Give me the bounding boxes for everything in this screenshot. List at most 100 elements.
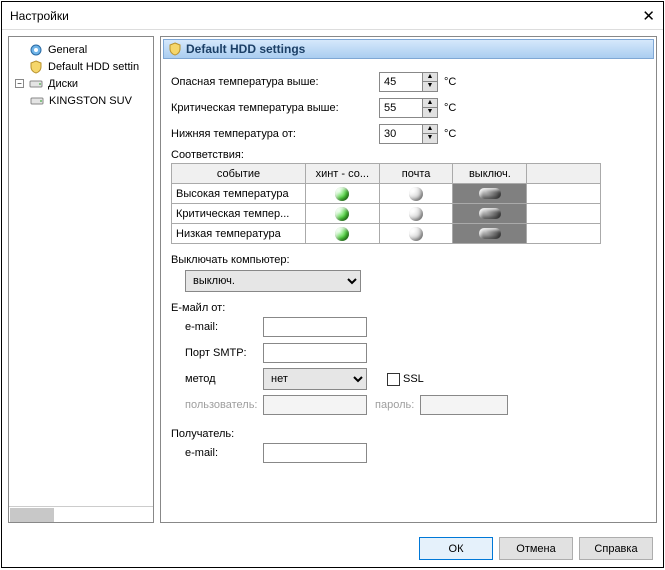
chevron-down-icon[interactable]: ▼ xyxy=(423,108,437,117)
table-row: Низкая температура xyxy=(172,224,601,244)
cell-off[interactable] xyxy=(453,224,527,244)
content-area: General Default HDD settin − Диски xyxy=(2,30,663,529)
col-off: выключ. xyxy=(453,164,527,184)
shield-icon xyxy=(168,42,182,56)
cancel-button[interactable]: Отмена xyxy=(499,537,573,560)
help-button[interactable]: Справка xyxy=(579,537,653,560)
label-rec-email: e-mail: xyxy=(171,447,263,459)
unit-label: °C xyxy=(444,128,456,140)
cell-event: Низкая температура xyxy=(172,224,306,244)
unit-label: °C xyxy=(444,102,456,114)
row-critical-temp: Критическая температура выше: ▲ ▼ °C xyxy=(171,95,646,121)
chevron-up-icon[interactable]: ▲ xyxy=(423,73,437,82)
unit-label: °C xyxy=(444,76,456,88)
chevron-down-icon[interactable]: ▼ xyxy=(423,134,437,143)
chevron-up-icon[interactable]: ▲ xyxy=(423,99,437,108)
tree-label: Диски xyxy=(48,78,78,90)
cell-empty xyxy=(527,184,601,204)
dialog-title: Настройки xyxy=(10,9,69,23)
tree-toggle-none xyxy=(15,62,24,71)
led-green-icon xyxy=(335,207,349,221)
chevron-up-icon[interactable]: ▲ xyxy=(423,125,437,134)
row-danger-temp: Опасная температура выше: ▲ ▼ °C xyxy=(171,69,646,95)
col-event: событие xyxy=(172,164,306,184)
collapse-icon[interactable]: − xyxy=(15,79,24,88)
cell-hint[interactable] xyxy=(305,204,379,224)
label-lower-temp: Нижняя температура от: xyxy=(171,128,379,140)
spinner-lower[interactable]: ▲ ▼ xyxy=(423,124,438,144)
input-password xyxy=(420,395,508,415)
cell-empty xyxy=(527,204,601,224)
cell-off[interactable] xyxy=(453,204,527,224)
select-shutdown[interactable]: выключ. xyxy=(185,270,361,292)
led-dark-icon xyxy=(479,208,501,219)
drive-icon xyxy=(29,93,45,109)
col-empty xyxy=(527,164,601,184)
led-grey-icon xyxy=(409,207,423,221)
label-method: метод xyxy=(171,373,263,385)
input-danger-temp[interactable] xyxy=(379,72,423,92)
spinner-critical[interactable]: ▲ ▼ xyxy=(423,98,438,118)
tree-label: KINGSTON SUV xyxy=(49,95,132,107)
tree-item-general[interactable]: General xyxy=(11,41,151,58)
label-email-from: Е-майл от: xyxy=(171,302,646,314)
label-ssl: SSL xyxy=(403,373,424,385)
close-icon[interactable]: ✕ xyxy=(642,7,655,25)
led-grey-icon xyxy=(409,187,423,201)
row-lower-temp: Нижняя температура от: ▲ ▼ °C xyxy=(171,121,646,147)
detail-title: Default HDD settings xyxy=(186,42,305,56)
tree-item-disks[interactable]: − Диски xyxy=(11,75,151,92)
label-recipient: Получатель: xyxy=(171,428,646,440)
cell-event: Критическая темпер... xyxy=(172,204,306,224)
settings-dialog: Настройки ✕ General Default HDD settin xyxy=(1,1,664,568)
input-critical-temp[interactable] xyxy=(379,98,423,118)
cell-hint[interactable] xyxy=(305,224,379,244)
cell-mail[interactable] xyxy=(379,184,453,204)
input-smtp-port[interactable] xyxy=(263,343,367,363)
detail-panel: Default HDD settings Опасная температура… xyxy=(160,36,657,523)
table-row: Критическая темпер... xyxy=(172,204,601,224)
cell-off[interactable] xyxy=(453,184,527,204)
cell-event: Высокая температура xyxy=(172,184,306,204)
led-dark-icon xyxy=(479,228,501,239)
table-header-row: событие хинт - со... почта выключ. xyxy=(172,164,601,184)
tree-panel: General Default HDD settin − Диски xyxy=(8,36,154,523)
select-method[interactable]: нет xyxy=(263,368,367,390)
titlebar: Настройки ✕ xyxy=(2,2,663,30)
label-password: пароль: xyxy=(375,399,414,411)
cell-mail[interactable] xyxy=(379,204,453,224)
col-mail: почта xyxy=(379,164,453,184)
input-lower-temp[interactable] xyxy=(379,124,423,144)
spinner-danger[interactable]: ▲ ▼ xyxy=(423,72,438,92)
led-green-icon xyxy=(335,187,349,201)
ok-button[interactable]: ОК xyxy=(419,537,493,560)
gear-icon xyxy=(28,42,44,58)
led-green-icon xyxy=(335,227,349,241)
cell-hint[interactable] xyxy=(305,184,379,204)
chevron-down-icon[interactable]: ▼ xyxy=(423,82,437,91)
shutdown-section: Выключать компьютер: выключ. xyxy=(171,254,646,292)
tree-hscrollbar[interactable] xyxy=(9,506,153,522)
tree-label: Default HDD settin xyxy=(48,61,139,73)
cell-empty xyxy=(527,224,601,244)
label-mapping: Соответствия: xyxy=(171,149,646,161)
cell-mail[interactable] xyxy=(379,224,453,244)
nav-tree[interactable]: General Default HDD settin − Диски xyxy=(9,37,153,506)
input-email-to[interactable] xyxy=(263,443,367,463)
checkbox-ssl[interactable] xyxy=(387,373,400,386)
col-hint: хинт - со... xyxy=(305,164,379,184)
email-from-section: Е-майл от: e-mail: Порт SMTP: метод нет xyxy=(171,302,646,418)
label-danger-temp: Опасная температура выше: xyxy=(171,76,379,88)
scrollbar-thumb[interactable] xyxy=(10,508,54,522)
tree-item-disk-0[interactable]: KINGSTON SUV xyxy=(11,92,151,109)
tree-item-default-hdd[interactable]: Default HDD settin xyxy=(11,58,151,75)
tree-toggle-none xyxy=(15,45,24,54)
led-dark-icon xyxy=(479,188,501,199)
label-shutdown: Выключать компьютер: xyxy=(171,254,646,266)
label-user: пользователь: xyxy=(171,399,263,411)
recipient-section: Получатель: e-mail: xyxy=(171,428,646,466)
led-grey-icon xyxy=(409,227,423,241)
label-email: e-mail: xyxy=(171,321,263,333)
shield-icon xyxy=(28,59,44,75)
input-email-from[interactable] xyxy=(263,317,367,337)
